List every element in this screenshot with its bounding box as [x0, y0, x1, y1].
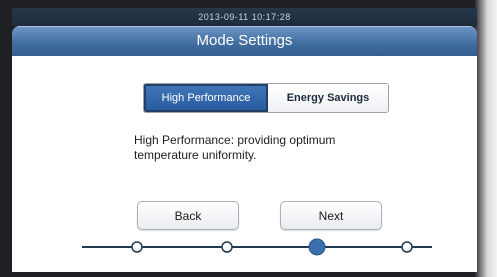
status-bar: 2013-09-11 10:17:28 — [12, 8, 477, 26]
progress-step — [221, 241, 233, 253]
back-button[interactable]: Back — [137, 201, 239, 230]
energy-savings-label: Energy Savings — [286, 92, 370, 104]
title-bar: Mode Settings — [12, 26, 477, 56]
mode-settings-screen: Mode Settings High Performance Energy Sa… — [12, 26, 477, 272]
status-datetime: 2013-09-11 10:17:28 — [198, 12, 291, 22]
bezel-glare — [475, 0, 497, 277]
progress-step-current — [308, 238, 326, 256]
page-title: Mode Settings — [196, 32, 293, 49]
mode-toggle: High Performance Energy Savings — [143, 83, 389, 113]
energy-savings-option[interactable]: Energy Savings — [268, 84, 388, 112]
progress-step — [131, 241, 143, 253]
high-performance-label: High Performance — [161, 92, 251, 104]
next-button[interactable]: Next — [280, 201, 382, 230]
wizard-progress — [82, 238, 432, 256]
high-performance-option[interactable]: High Performance — [144, 84, 268, 112]
mode-description: High Performance: providing optimum temp… — [134, 133, 336, 162]
progress-step — [401, 241, 413, 253]
